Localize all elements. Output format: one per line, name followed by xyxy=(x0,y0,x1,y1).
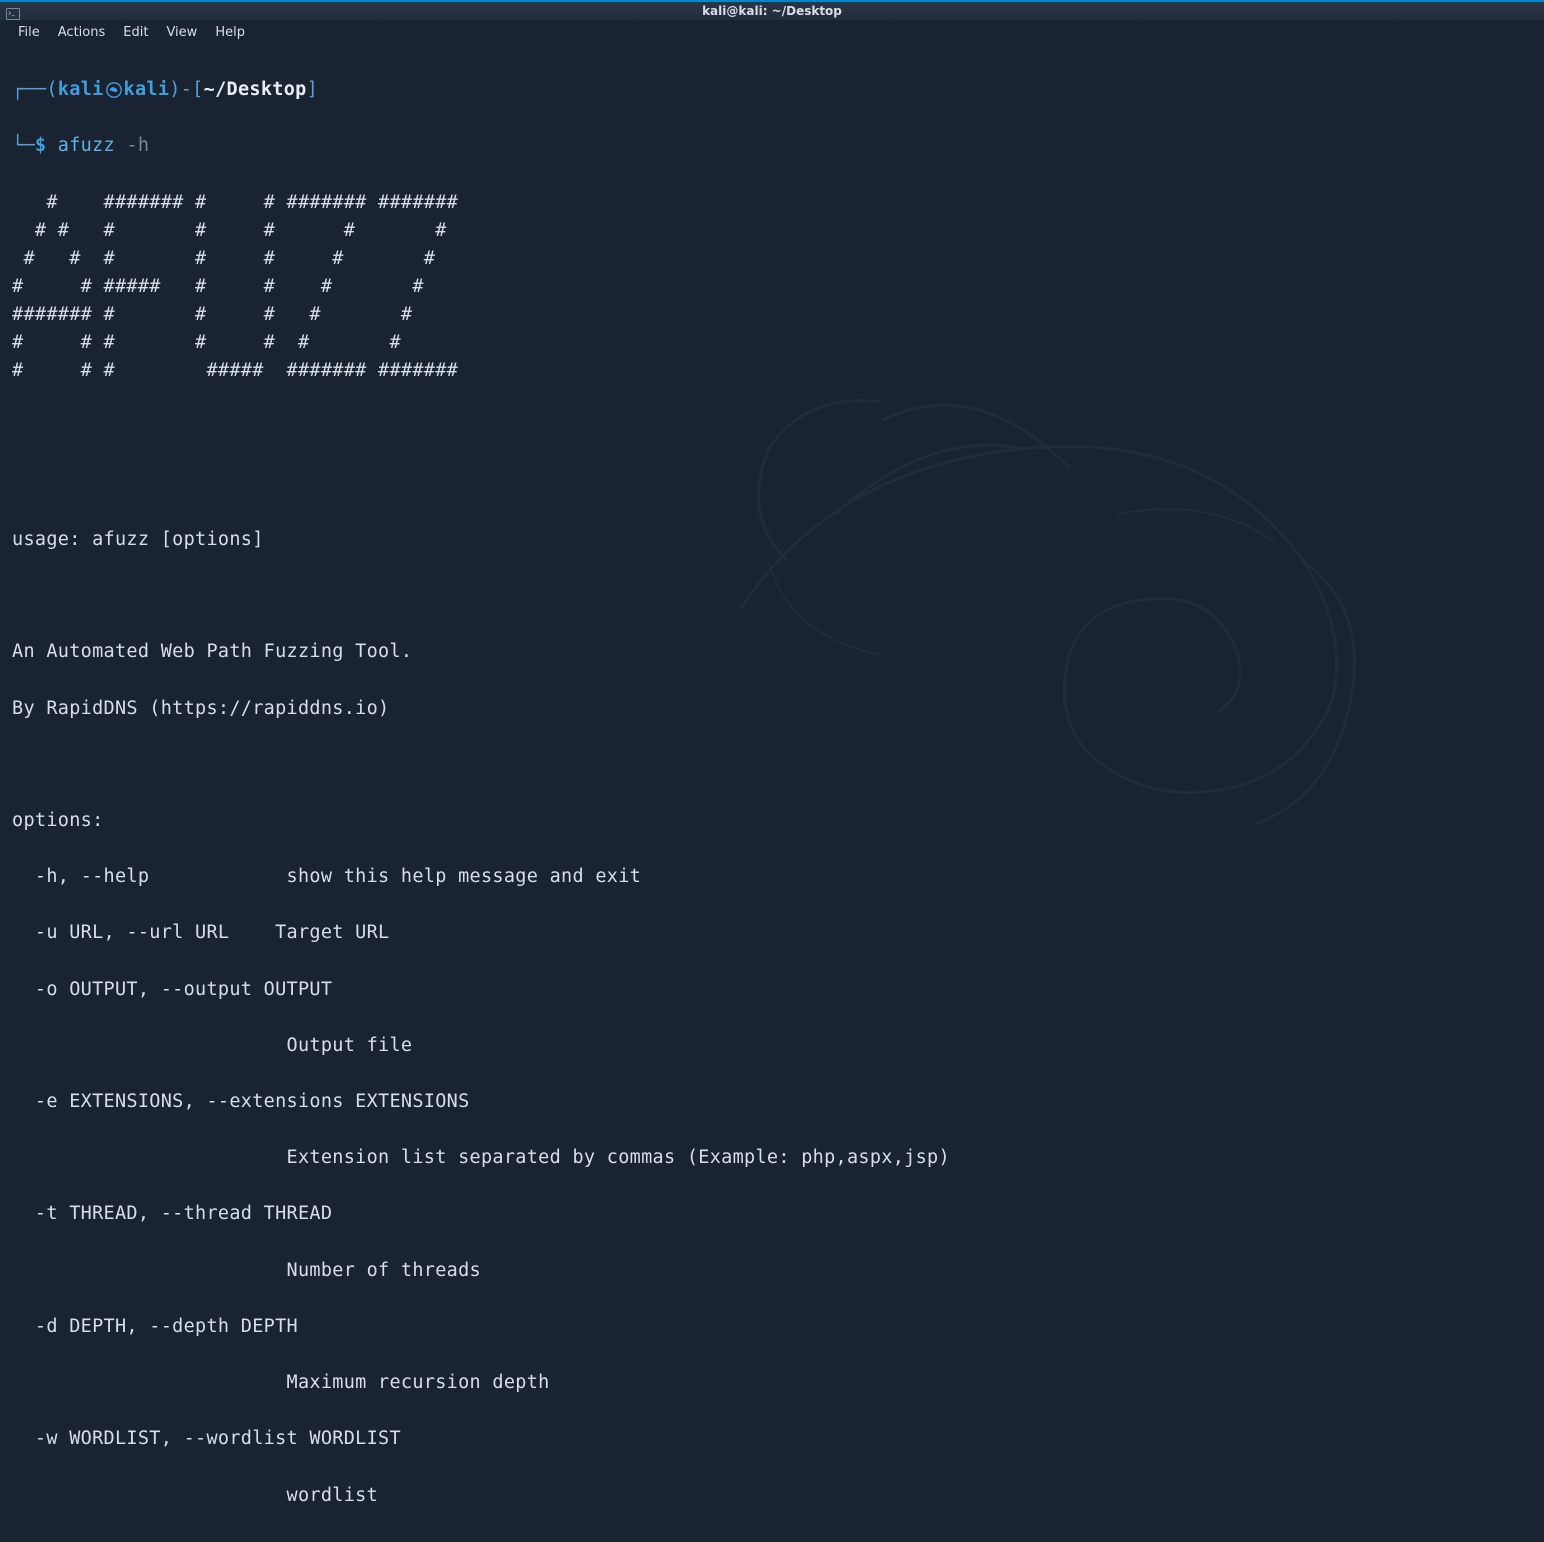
option-url: -u URL, --url URL Target URL xyxy=(12,919,1532,947)
blank-line-3 xyxy=(12,582,1532,610)
blank-line-4 xyxy=(12,751,1532,779)
option-help: -h, --help show this help message and ex… xyxy=(12,863,1532,891)
option-extensions-flag: -e EXTENSIONS, --extensions EXTENSIONS xyxy=(12,1088,1532,1116)
option-wordlist-desc: wordlist xyxy=(12,1482,1532,1510)
menu-view[interactable]: View xyxy=(158,23,205,42)
prompt-path: ~/Desktop xyxy=(204,79,307,100)
author-line: By RapidDNS (https://rapiddns.io) xyxy=(12,695,1532,723)
prompt-host: kali xyxy=(124,79,170,100)
description-line: An Automated Web Path Fuzzing Tool. xyxy=(12,638,1532,666)
option-wordlist-flag: -w WORDLIST, --wordlist WORDLIST xyxy=(12,1425,1532,1453)
menubar: File Actions Edit View Help xyxy=(0,20,1544,44)
option-thread-flag: -t THREAD, --thread THREAD xyxy=(12,1200,1532,1228)
command-args: -h xyxy=(126,135,149,156)
ascii-art-banner: # ####### # # ####### ####### # # # # # … xyxy=(12,189,1532,386)
blank-line-1 xyxy=(12,413,1532,441)
window-title: kali@kali: ~/Desktop xyxy=(702,4,842,18)
option-thread-desc: Number of threads xyxy=(12,1257,1532,1285)
option-extensions-desc: Extension list separated by commas (Exam… xyxy=(12,1144,1532,1172)
option-output-desc: Output file xyxy=(12,1032,1532,1060)
menu-help[interactable]: Help xyxy=(207,23,253,42)
command-name: afuzz xyxy=(58,135,115,156)
blank-line-2 xyxy=(12,470,1532,498)
menu-actions[interactable]: Actions xyxy=(50,23,114,42)
prompt-line-2: └─$ afuzz -h xyxy=(12,132,1532,160)
kali-logo-icon xyxy=(104,80,124,100)
usage-line: usage: afuzz [options] xyxy=(12,526,1532,554)
option-depth-desc: Maximum recursion depth xyxy=(12,1369,1532,1397)
options-header: options: xyxy=(12,807,1532,835)
window-titlebar: kali@kali: ~/Desktop xyxy=(0,0,1544,20)
terminal-output-area[interactable]: ┌──(kalikali)-[~/Desktop] └─$ afuzz -h #… xyxy=(0,44,1544,1542)
menu-edit[interactable]: Edit xyxy=(115,23,156,42)
option-depth-flag: -d DEPTH, --depth DEPTH xyxy=(12,1313,1532,1341)
terminal-icon xyxy=(6,5,20,17)
prompt-line-1: ┌──(kalikali)-[~/Desktop] xyxy=(12,76,1532,104)
option-output-flag: -o OUTPUT, --output OUTPUT xyxy=(12,976,1532,1004)
prompt-user: kali xyxy=(58,79,104,100)
menu-file[interactable]: File xyxy=(10,23,48,42)
